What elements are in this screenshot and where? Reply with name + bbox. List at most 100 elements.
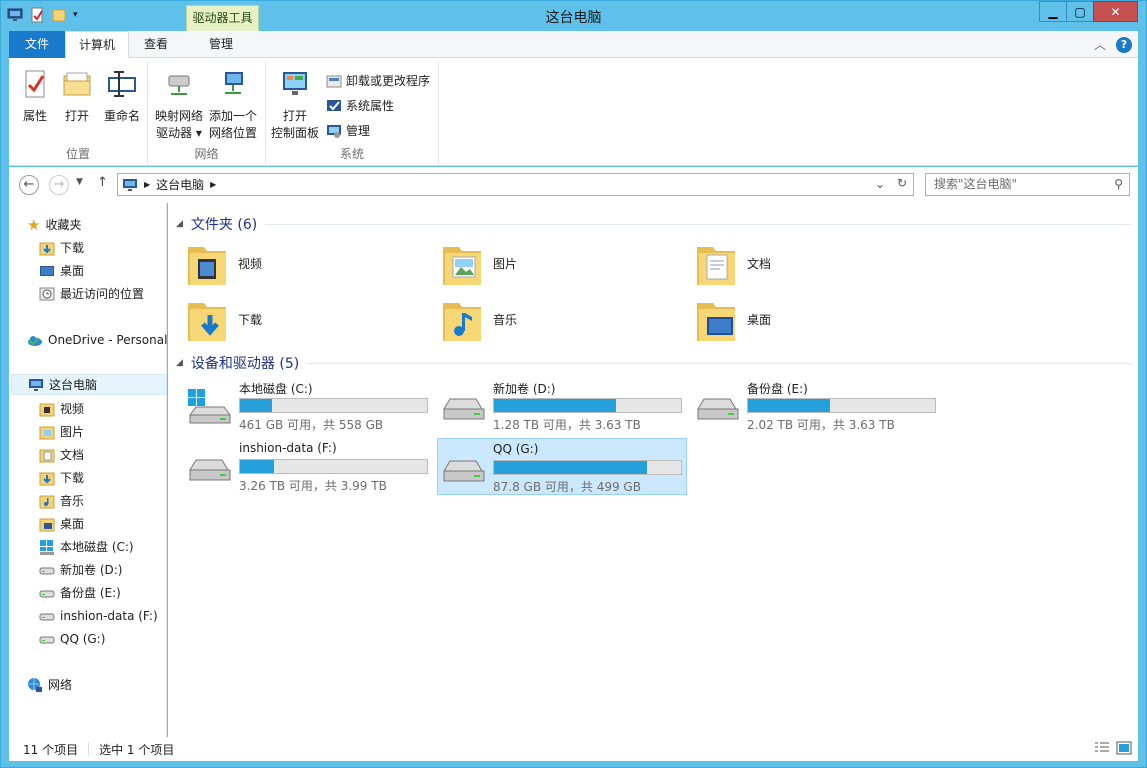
drive-tile[interactable]: 新加卷 (D:) 1.28 TB 可用，共 3.63 TB (438, 377, 688, 434)
breadcrumb-separator-icon[interactable]: ▶ (144, 180, 150, 189)
folder-tile[interactable]: 桌面 (695, 295, 771, 343)
sidebar-label: 视频 (60, 402, 85, 416)
close-button[interactable]: ✕ (1093, 1, 1138, 22)
manage-label: 管理 (346, 124, 371, 138)
folder-tile[interactable]: 文档 (695, 239, 771, 287)
recent-locations-icon[interactable]: ▼ (76, 177, 83, 187)
details-view-icon[interactable] (1094, 741, 1110, 755)
sidebar-label: 这台电脑 (49, 378, 98, 392)
sidebar-label: 下载 (60, 471, 85, 485)
drive-usage-fill (494, 461, 648, 474)
onedrive-icon (28, 335, 42, 346)
sidebar-label: 收藏夹 (45, 218, 82, 232)
folders-header-label: 文件夹 (6) (190, 217, 258, 233)
folder-tile[interactable]: 音乐 (441, 295, 517, 343)
music-folder-icon (39, 495, 55, 508)
search-placeholder: 搜索"这台电脑" (934, 177, 1018, 191)
collapse-arrow-icon[interactable]: ◢ (176, 358, 183, 368)
system-properties-label: 系统属性 (346, 99, 395, 113)
back-arrow-icon: ← (23, 177, 35, 192)
search-input[interactable]: 搜索"这台电脑" ⚲ (925, 173, 1130, 196)
hdd-icon (39, 590, 55, 597)
desktop-folder-icon (697, 303, 735, 341)
address-dropdown-icon[interactable]: ⌄ (875, 177, 885, 191)
sidebar-favorites[interactable]: ★ 收藏夹 (27, 214, 183, 235)
system-properties-icon (327, 99, 341, 111)
collapse-ribbon-icon[interactable]: ︿ (1094, 36, 1106, 53)
uninstall-program-button[interactable]: 卸载或更改程序 (326, 72, 430, 89)
windows-drive-icon (188, 389, 231, 424)
sidebar-label: 最近访问的位置 (60, 287, 145, 301)
downloads-folder-icon (39, 242, 55, 255)
maximize-icon: ▢ (1074, 4, 1086, 19)
folder-name: 桌面 (747, 312, 772, 327)
forward-button[interactable]: → (49, 175, 69, 195)
hdd-icon (39, 636, 55, 643)
search-icon[interactable]: ⚲ (1114, 174, 1123, 195)
address-box[interactable]: ▶ 这台电脑 ▶ ⌄ ↻ (117, 173, 914, 196)
open-button[interactable]: 打开 (57, 68, 97, 125)
folder-name: 视频 (238, 256, 263, 271)
recent-places-icon (39, 287, 55, 300)
manage-button[interactable]: 管理 (326, 122, 370, 139)
properties-icon (25, 70, 45, 98)
properties-button[interactable]: 属性 (15, 68, 55, 125)
tab-manage[interactable]: 管理 (189, 31, 253, 58)
window-title: 这台电脑 (545, 10, 602, 26)
sidebar-label: OneDrive - Personal (48, 332, 168, 347)
desktop-folder-icon (39, 518, 55, 531)
folder-name: 图片 (493, 256, 518, 271)
breadcrumb-this-pc[interactable]: 这台电脑 (156, 176, 204, 193)
collapse-arrow-icon[interactable]: ◢ (176, 219, 183, 229)
folder-tile[interactable]: 图片 (441, 239, 517, 287)
tab-file[interactable]: 文件 (9, 31, 65, 58)
drive-name: 本地磁盘 (C:) (239, 382, 313, 396)
drive-usage-bar (747, 398, 936, 413)
drive-tile-selected[interactable]: QQ (G:) 87.8 GB 可用，共 499 GB (437, 438, 687, 495)
drive-tile[interactable]: inshion-data (F:) 3.26 TB 可用，共 3.99 TB (184, 438, 434, 495)
large-icons-view-icon[interactable] (1116, 741, 1132, 755)
folders-group-header[interactable]: ◢ 文件夹 (6) (176, 214, 1131, 234)
tab-view[interactable]: 查看 (131, 31, 181, 58)
map-network-drive-button[interactable]: 映射网络 驱动器 ▾ (152, 68, 206, 142)
minimize-icon: ▁ (1048, 4, 1058, 19)
group-label-location: 位置 (65, 147, 90, 161)
hdd-icon (443, 398, 485, 420)
open-control-panel-button[interactable]: 打开 控制面板 (268, 68, 322, 142)
help-icon[interactable]: ? (1116, 36, 1132, 53)
computer-icon (29, 378, 43, 391)
system-properties-button[interactable]: 系统属性 (326, 97, 394, 114)
downloads-folder-icon (39, 472, 55, 485)
sidebar-network[interactable]: 网络 (27, 674, 183, 695)
hdd-icon (39, 613, 55, 620)
refresh-icon[interactable]: ↻ (897, 176, 907, 190)
drives-group-header[interactable]: ◢ 设备和驱动器 (5) (176, 353, 1131, 373)
open-label: 打开 (64, 109, 89, 123)
drive-usage-fill (240, 460, 274, 473)
ribbon-tabs: 文件 计算机 查看 管理 ︿ ? (9, 31, 1138, 59)
folder-tile[interactable]: 下载 (186, 295, 262, 343)
sidebar-this-pc[interactable]: 这台电脑 (11, 374, 167, 395)
drive-usage-fill (494, 399, 616, 412)
rename-icon (108, 71, 136, 97)
up-arrow-icon[interactable]: ↑ (97, 175, 108, 190)
folder-tile[interactable]: 视频 (186, 239, 262, 287)
sidebar-label: 桌面 (60, 264, 85, 278)
drives-header-label: 设备和驱动器 (5) (190, 356, 300, 372)
music-folder-icon (443, 303, 481, 341)
manage-icon (327, 124, 341, 138)
tab-computer[interactable]: 计算机 (65, 31, 129, 59)
sidebar-onedrive[interactable]: OneDrive - Personal (27, 329, 183, 350)
add-network-location-button[interactable]: 添加一个 网络位置 (206, 68, 260, 142)
maximize-button[interactable]: ▢ (1066, 1, 1094, 22)
breadcrumb-separator-icon[interactable]: ▶ (210, 180, 216, 189)
item-count: 11 个项目 (23, 742, 79, 757)
drive-tile[interactable]: 本地磁盘 (C:) 461 GB 可用，共 558 GB (184, 377, 434, 434)
drive-name: QQ (G:) (493, 442, 539, 456)
back-button[interactable]: ← (19, 175, 39, 195)
drive-tile[interactable]: 备份盘 (E:) 2.02 TB 可用，共 3.63 TB (692, 377, 942, 434)
rename-button[interactable]: 重命名 (99, 68, 145, 125)
folder-name: 音乐 (493, 312, 518, 327)
minimize-button[interactable]: ▁ (1039, 1, 1067, 22)
drive-name: inshion-data (F:) (239, 441, 337, 455)
